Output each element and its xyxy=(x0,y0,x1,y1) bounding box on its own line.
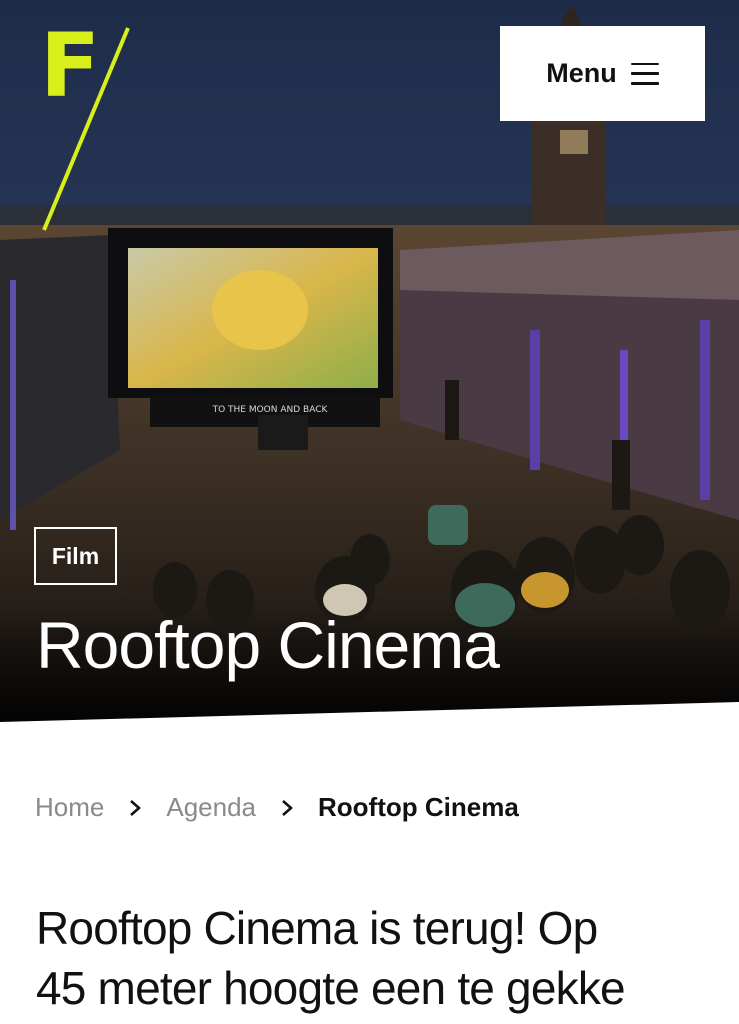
breadcrumb: Home Agenda Rooftop Cinema xyxy=(35,792,519,823)
breadcrumb-agenda-link[interactable]: Agenda xyxy=(166,792,256,823)
chevron-right-icon xyxy=(128,798,142,818)
chevron-right-icon xyxy=(280,798,294,818)
logo-letter: F xyxy=(40,18,100,117)
intro-line-1: Rooftop Cinema is terug! Op xyxy=(36,902,598,954)
hamburger-icon xyxy=(630,62,659,85)
intro-text: Rooftop Cinema is terug! Op 45 meter hoo… xyxy=(36,898,716,1018)
hero-section: TO THE MOON AND BACK F Menu Film Rooftop… xyxy=(0,0,739,722)
hero-divider xyxy=(0,702,739,722)
intro-line-2: 45 meter hoogte een te gekke xyxy=(36,962,626,1014)
breadcrumb-current: Rooftop Cinema xyxy=(318,792,519,822)
breadcrumb-home-link[interactable]: Home xyxy=(35,792,104,823)
menu-label: Menu xyxy=(546,58,617,88)
page-title: Rooftop Cinema xyxy=(36,608,500,682)
logo-icon[interactable]: F xyxy=(30,18,140,233)
screen-banner-text: TO THE MOON AND BACK xyxy=(212,405,329,415)
menu-button[interactable]: Menu xyxy=(500,26,705,121)
category-tag[interactable]: Film xyxy=(34,527,117,585)
